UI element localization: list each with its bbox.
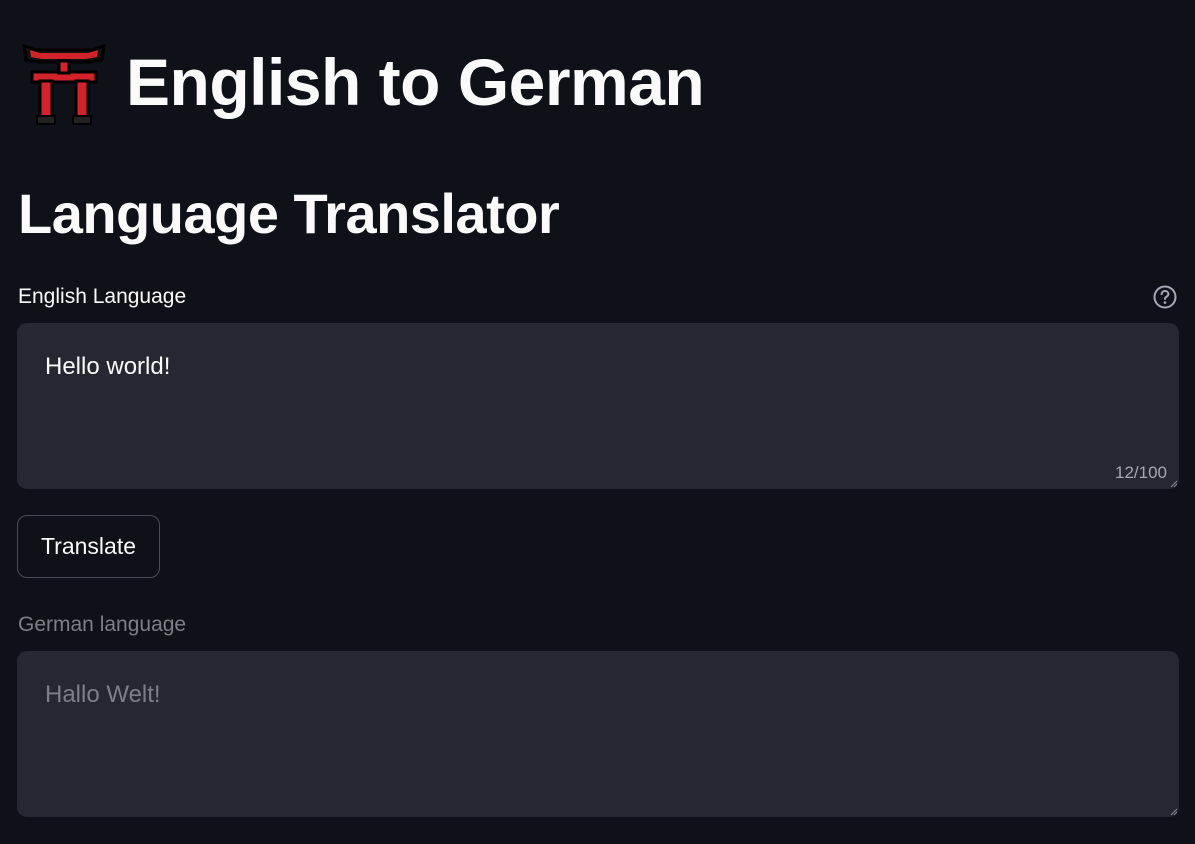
app-page: English to German Language Translator En… [0,0,1195,844]
english-input-label: English Language [18,285,187,308]
question-circle-icon[interactable] [1152,284,1178,310]
english-textarea-value[interactable]: Hello world! [45,355,170,379]
german-output-label: German language [18,613,187,636]
character-counter: 12/100 [1115,463,1167,482]
torii-gate-icon [22,43,106,125]
app-header: English to German [22,38,705,126]
german-textarea-value: Hallo Welt! [45,681,161,708]
app-title: English to German [126,45,705,119]
resize-handle-icon[interactable] [1170,808,1177,815]
page-subtitle: Language Translator [18,182,560,245]
english-textarea[interactable]: Hello world! 12/100 [17,323,1179,489]
translate-button[interactable]: Translate [17,515,160,578]
german-textarea[interactable]: Hallo Welt! [17,651,1179,817]
resize-handle-icon[interactable] [1170,480,1177,487]
